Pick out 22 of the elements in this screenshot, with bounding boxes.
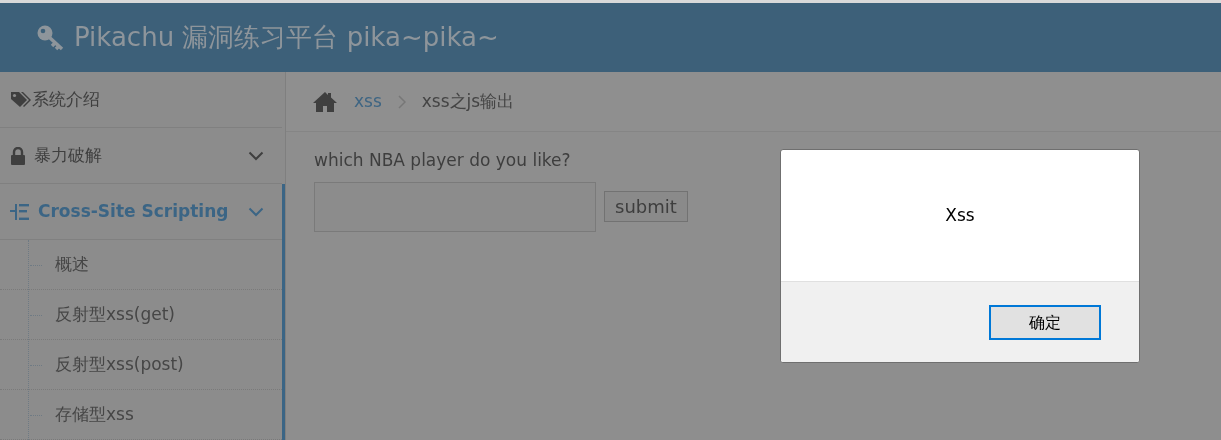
question-text: which NBA player do you like? [313, 149, 572, 172]
chevron-down-icon [248, 150, 264, 161]
list-icon [10, 202, 30, 221]
site-title: Pikachu 漏洞练习平台 pika~pika~ [74, 21, 499, 54]
key-icon [36, 23, 66, 52]
breadcrumb-current: xss之js输出 [421, 89, 515, 113]
lock-icon [10, 146, 26, 165]
ok-button[interactable]: 确定 [989, 305, 1101, 340]
submenu-item[interactable]: 概述 [0, 240, 282, 290]
sidebar-item[interactable]: Cross-Site Scripting [0, 184, 282, 240]
sidebar-item[interactable]: 系统介绍 [0, 72, 282, 128]
tag-icon [10, 90, 32, 109]
breadcrumb-link[interactable]: xss [354, 88, 382, 115]
chevron-down-icon [248, 206, 264, 217]
submit-button[interactable]: submit [604, 191, 688, 222]
alert-message: Xss [945, 203, 975, 227]
submenu-item[interactable]: 反射型xss(post) [0, 340, 282, 390]
submenu-item[interactable]: 存储型xss [0, 390, 282, 440]
sidebar-item[interactable]: 暴力破解 [0, 128, 282, 184]
chevron-right-icon [397, 94, 406, 109]
submenu-item[interactable]: 反射型xss(get) [0, 290, 282, 340]
home-icon[interactable] [312, 90, 338, 113]
